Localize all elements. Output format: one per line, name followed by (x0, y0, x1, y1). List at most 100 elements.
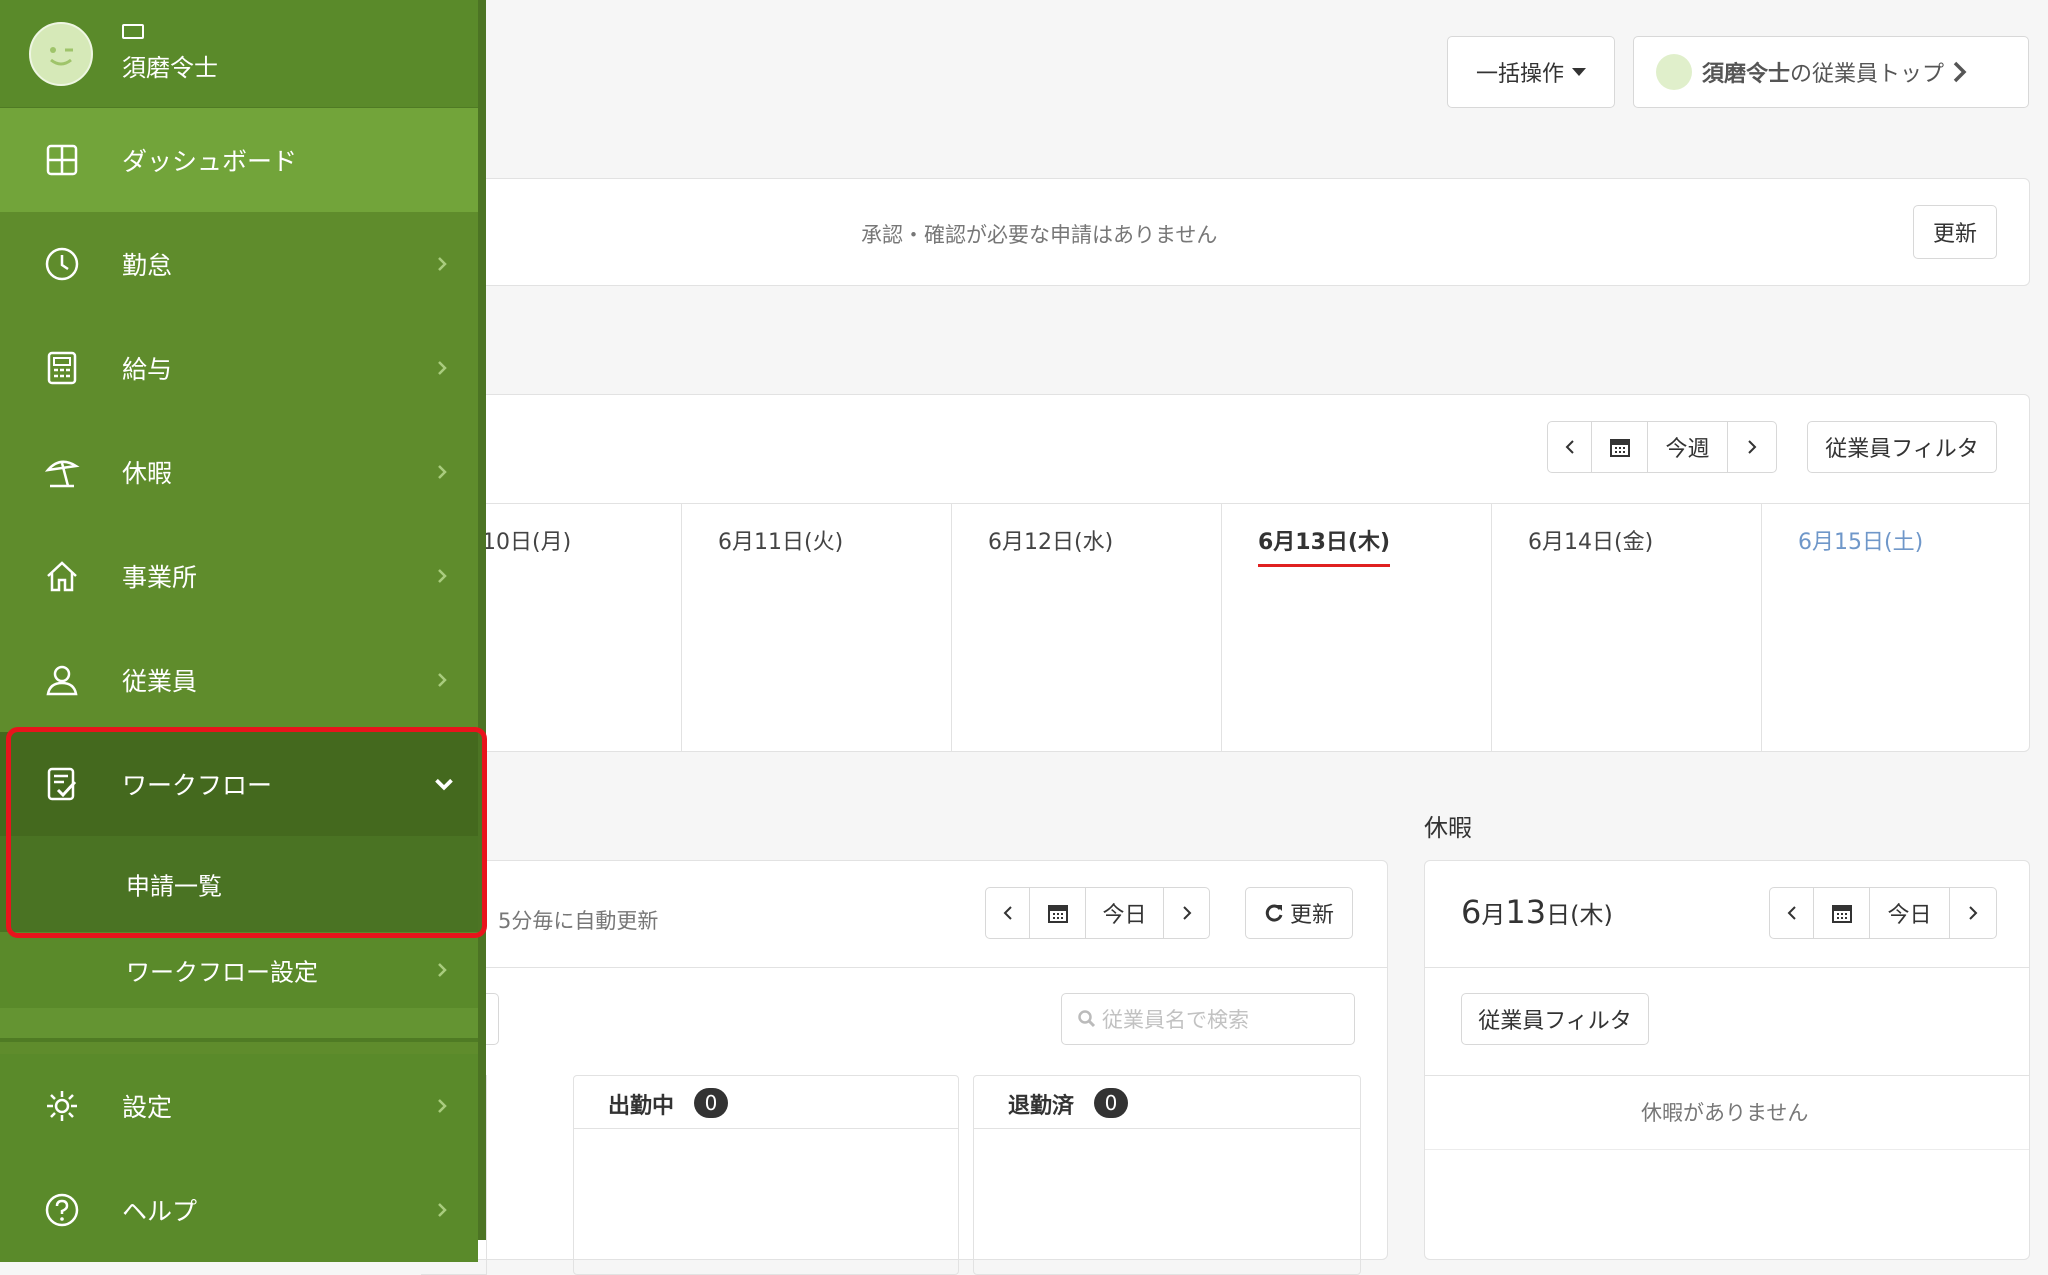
chevron-right-icon (438, 361, 447, 375)
leave-date-month-suffix: 月 (1481, 901, 1506, 929)
chevron-left-icon (1003, 906, 1012, 920)
leave-employee-filter-label: 従業員フィルタ (1478, 1009, 1632, 1034)
sidebar-item-payroll[interactable]: 給与 (0, 316, 478, 420)
leave-date-day-suffix: 日(木) (1546, 901, 1613, 929)
caret-down-icon (1572, 68, 1586, 76)
sidebar-item-label: 休暇 (122, 459, 173, 488)
sidebar-edge (478, 0, 486, 1240)
week-employee-filter-button[interactable]: 従業員フィルタ (1807, 421, 1997, 473)
leave-today-label: 今日 (1887, 903, 1932, 928)
leave-day-nav-group: 今日 (1769, 887, 1997, 939)
calendar-icon (1047, 905, 1068, 923)
next-day-button[interactable] (1164, 888, 1209, 938)
day-label-saturday: 6月15日(土) (1798, 530, 1924, 555)
employee-search-input[interactable]: 従業員名で検索 (1061, 993, 1355, 1045)
next-week-button[interactable] (1728, 422, 1776, 472)
day-column: 6月14日(金) (1492, 504, 1762, 752)
sidebar-item-label: ダッシュボード (122, 147, 298, 176)
sidebar-item-office[interactable]: 事業所 (0, 524, 478, 628)
chevron-right-icon (438, 1203, 447, 1217)
user-profile[interactable]: 須磨令士 (0, 0, 478, 108)
checklist-icon (47, 767, 77, 801)
leave-employee-filter-button[interactable]: 従業員フィルタ (1461, 993, 1649, 1045)
sidebar-item-help[interactable]: ヘルプ (0, 1158, 478, 1262)
attendance-refresh-button[interactable]: 更新 (1245, 887, 1353, 939)
sidebar-item-label: 給与 (122, 355, 173, 384)
week-employee-filter-label: 従業員フィルタ (1825, 437, 1979, 462)
sidebar-subitem-label: ワークフロー設定 (126, 958, 318, 987)
calendar-icon (1831, 905, 1852, 923)
week-calendar-button[interactable] (1592, 422, 1648, 472)
day-column-saturday: 6月15日(土) (1762, 504, 2028, 752)
sidebar-subitem-request-list[interactable]: 申請一覧 (0, 836, 478, 932)
gear-icon (47, 1091, 77, 1121)
sidebar-item-label: 従業員 (122, 667, 198, 696)
employee-top-button[interactable]: 須磨令士 の従業員トップ (1633, 36, 2029, 108)
sidebar-item-label: 事業所 (122, 563, 198, 592)
sidebar-item-dashboard[interactable]: ダッシュボード (0, 108, 478, 212)
approvals-refresh-button[interactable]: 更新 (1913, 205, 1997, 259)
attendance-day-nav-group: 今日 (985, 887, 1210, 939)
attendance-column-working: 出勤中 0 (573, 1075, 959, 1275)
person-icon (46, 665, 78, 696)
chevron-right-icon (438, 673, 447, 687)
chevron-right-icon (438, 1099, 447, 1113)
leave-empty-message: 休暇がありません (1641, 1101, 1809, 1125)
sidebar-item-employees[interactable]: 従業員 (0, 628, 478, 732)
employee-top-suffix: の従業員トップ (1790, 62, 1945, 87)
refresh-icon (1265, 904, 1283, 922)
approvals-card: 承認・確認が必要な申請はありません 更新 (430, 178, 2030, 286)
chevron-left-icon (1565, 440, 1574, 454)
search-icon (1078, 1010, 1096, 1028)
day-label: 6月11日(火) (718, 530, 844, 555)
day-label-today: 6月13日(木) (1258, 524, 1391, 567)
bulk-action-label: 一括操作 (1475, 62, 1564, 87)
smile-face-icon (50, 47, 73, 66)
attendance-calendar-button[interactable] (1030, 888, 1086, 938)
prev-day-button[interactable] (986, 888, 1030, 938)
sidebar-item-label: 勤怠 (122, 251, 173, 280)
employee-top-name: 須磨令士 (1702, 62, 1791, 87)
avatar-small-icon (1656, 54, 1692, 90)
day-label: 10日(月) (482, 530, 572, 555)
leave-next-day-button[interactable] (1950, 888, 1996, 938)
chevron-right-icon (1969, 906, 1978, 920)
this-week-button[interactable]: 今週 (1648, 422, 1728, 472)
chevron-right-icon (438, 465, 447, 479)
leave-date-month: 6 (1461, 893, 1482, 931)
calculator-icon (47, 351, 77, 385)
sidebar-item-label: 設定 (122, 1093, 173, 1122)
leave-date-day: 13 (1505, 893, 1547, 931)
approvals-empty-message: 承認・確認が必要な申請はありません (861, 223, 1218, 247)
sidebar-item-label: ヘルプ (122, 1197, 198, 1226)
bulk-action-button[interactable]: 一括操作 (1447, 36, 1615, 108)
attendance-today-button[interactable]: 今日 (1086, 888, 1164, 938)
day-column-today: 6月13日(木) (1222, 504, 1492, 752)
home-icon (47, 561, 77, 592)
employee-search-placeholder: 従業員名で検索 (1102, 1008, 1249, 1032)
leave-calendar-button[interactable] (1814, 888, 1870, 938)
count-badge: 0 (694, 1088, 728, 1118)
beach-umbrella-icon (44, 460, 80, 488)
dashboard-icon (46, 144, 78, 176)
week-nav-group: 今週 (1547, 421, 1777, 473)
leave-today-button[interactable]: 今日 (1870, 888, 1950, 938)
this-week-label: 今週 (1665, 437, 1710, 462)
avatar (29, 22, 93, 86)
sidebar-item-workflow[interactable]: ワークフロー (0, 732, 478, 836)
count-badge: 0 (1094, 1088, 1128, 1118)
sidebar-item-leave[interactable]: 休暇 (0, 420, 478, 524)
leave-prev-day-button[interactable] (1770, 888, 1814, 938)
chevron-right-icon (1182, 906, 1191, 920)
prev-week-button[interactable] (1548, 422, 1592, 472)
day-label: 6月12日(水) (988, 530, 1114, 555)
chevron-left-icon (1787, 906, 1796, 920)
sidebar-subitem-workflow-settings[interactable]: ワークフロー設定 (0, 932, 478, 1008)
chevron-right-icon (1953, 61, 1967, 83)
sidebar-item-attendance[interactable]: 勤怠 (0, 212, 478, 316)
sidebar-item-settings[interactable]: 設定 (0, 1054, 478, 1158)
approvals-refresh-label: 更新 (1932, 222, 1977, 247)
chevron-right-icon (438, 257, 447, 271)
attendance-column-left: 退勤済 0 (973, 1075, 1361, 1275)
leave-section-title: 休暇 (1424, 814, 1472, 842)
